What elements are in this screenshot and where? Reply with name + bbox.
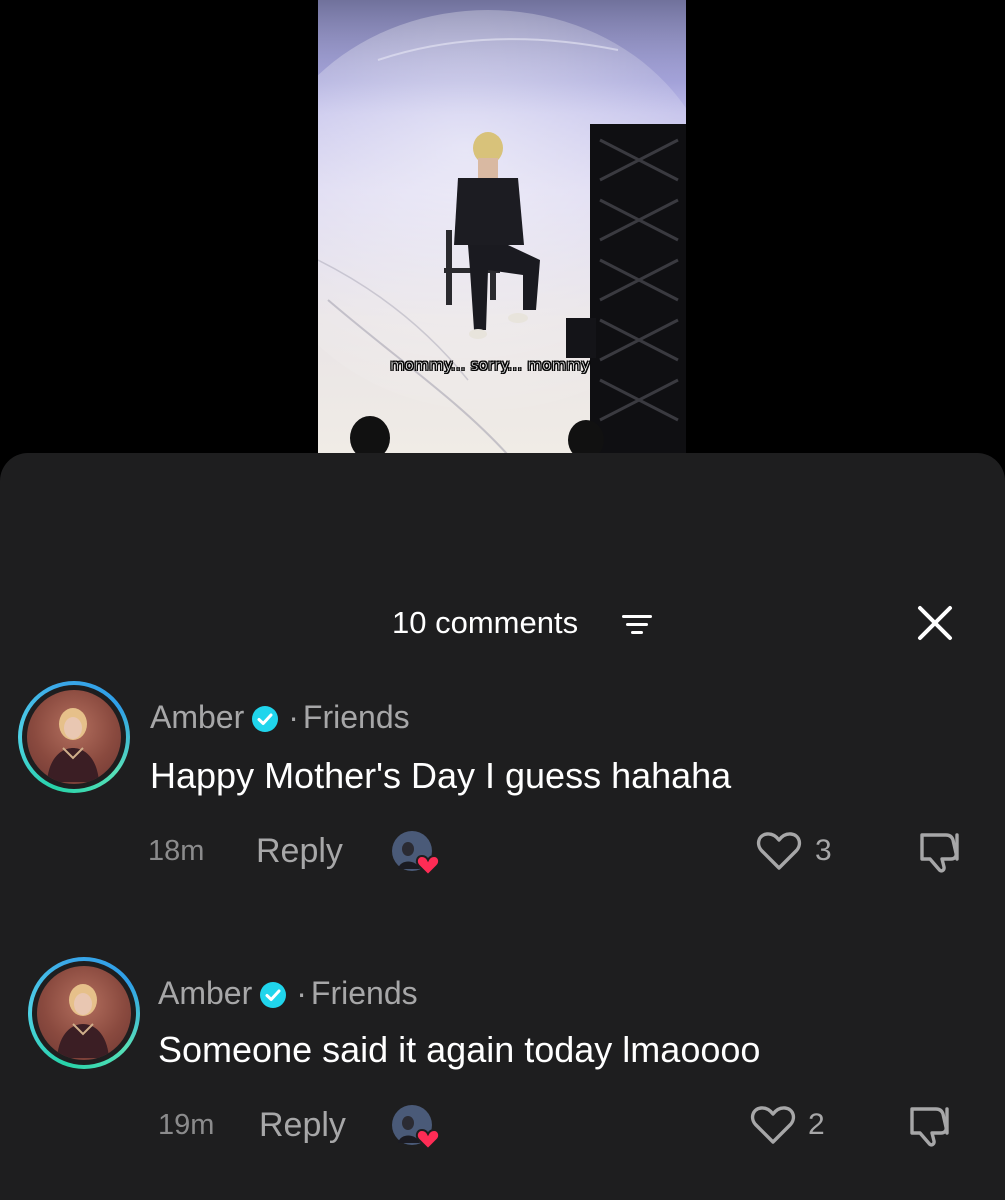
video-caption: mommy... sorry... mommy [390, 356, 591, 375]
reply-button[interactable]: Reply [256, 831, 343, 871]
comment-item: Amber · Friends Happy Mother's Day I guess… [0, 681, 1005, 891]
dislike-icon[interactable] [916, 829, 964, 878]
avatar-portrait-image [47, 708, 99, 782]
comment-author-line: Amber · Friends [158, 973, 418, 1017]
video-frame-image [318, 0, 686, 455]
comment-timestamp: 18m [148, 835, 205, 867]
dislike-icon[interactable] [906, 1103, 954, 1152]
comment-text: Happy Mother's Day I guess hahaha [150, 755, 732, 796]
avatar[interactable] [18, 681, 130, 793]
verified-badge-icon [252, 701, 279, 741]
like-count: 3 [815, 834, 832, 867]
heart-icon[interactable] [756, 831, 802, 876]
comment-item: Amber · Friends Someone said it again toda… [0, 957, 1005, 1167]
video-preview[interactable]: mommy... sorry... mommy [318, 0, 686, 455]
like-count: 2 [808, 1108, 825, 1141]
app-screen: mommy... sorry... mommy 10 comments Ambe… [0, 0, 1005, 1200]
separator-dot: · [288, 699, 299, 735]
verified-badge-icon [260, 977, 287, 1017]
comment-timestamp: 19m [158, 1109, 215, 1141]
username[interactable]: Amber [158, 975, 252, 1011]
reply-button[interactable]: Reply [259, 1105, 346, 1145]
relation-label: Friends [310, 975, 418, 1011]
comment-sheet: 10 comments Amber · Friends Happy Mother… [0, 453, 1005, 1200]
sheet-header: 10 comments [0, 603, 1005, 643]
relation-label: Friends [302, 699, 410, 735]
comment-author-line: Amber · Friends [150, 697, 410, 741]
comment-text: Someone said it again today lmaoooo [158, 1029, 761, 1070]
separator-dot: · [296, 975, 307, 1011]
avatar[interactable] [28, 957, 140, 1069]
sort-lines-icon[interactable] [622, 613, 652, 642]
heart-icon[interactable] [750, 1105, 796, 1150]
avatar-portrait-image [57, 984, 109, 1058]
close-icon[interactable] [916, 604, 954, 647]
username[interactable]: Amber [150, 699, 244, 735]
creator-liked-icon [390, 829, 441, 877]
creator-liked-icon [390, 1103, 441, 1151]
comments-title: 10 comments [392, 605, 579, 640]
